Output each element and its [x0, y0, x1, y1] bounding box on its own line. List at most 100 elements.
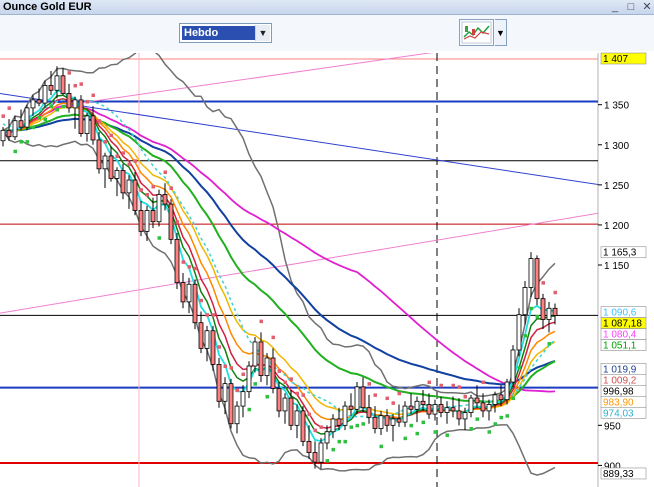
candle-body-50 — [300, 410, 306, 442]
candle-body-35 — [210, 330, 216, 365]
sar-dot-79 — [475, 417, 479, 421]
price-tag-label-5: 1 051,1 — [603, 341, 637, 352]
price-tag-label-8: 996,98 — [603, 386, 634, 397]
sar-dot-44 — [265, 394, 269, 399]
sar-dot-76 — [457, 385, 461, 389]
sar-dot-13 — [79, 82, 83, 86]
sar-dot-60 — [361, 422, 365, 426]
sar-dot-30 — [181, 260, 185, 264]
sar-dot-77 — [463, 394, 467, 399]
sar-dot-55 — [331, 447, 335, 452]
sar-dot-50 — [301, 393, 305, 397]
price-tag-label-1: 1 165,3 — [603, 248, 637, 259]
sar-dot-29 — [175, 220, 179, 224]
sar-dot-11 — [67, 71, 71, 75]
chevron-down-icon[interactable]: ▼ — [255, 25, 270, 41]
sar-dot-74 — [445, 433, 449, 437]
sar-dot-37 — [223, 364, 227, 369]
y-tick-label-2: 1 250 — [604, 181, 629, 192]
price-tag-label-11: 889,33 — [603, 469, 634, 480]
sar-dot-41 — [247, 407, 251, 412]
sar-dot-22 — [133, 159, 137, 163]
y-tick-label-1: 1 300 — [604, 141, 629, 152]
candle-body-40 — [240, 391, 246, 407]
candle-body-4 — [24, 107, 30, 128]
candle-body-87 — [522, 287, 528, 316]
period-select[interactable]: Hebdo ▼ — [179, 23, 272, 43]
moving-average-blue — [2, 117, 556, 386]
candle-body-8 — [48, 85, 54, 91]
sar-dot-63 — [379, 444, 383, 449]
price-tag-label-3: 1 087,18 — [603, 319, 642, 330]
candle-body-16 — [96, 139, 102, 170]
sar-dot-84 — [505, 414, 509, 418]
sar-dot-25 — [151, 184, 155, 189]
sar-dot-49 — [295, 391, 299, 396]
sar-dot-57 — [343, 439, 347, 444]
candle-body-73 — [438, 404, 444, 413]
candle-body-29 — [174, 238, 180, 284]
sar-dot-68 — [409, 423, 413, 428]
indicator-dropdown-icon[interactable]: ▼ — [495, 19, 507, 46]
sar-dot-8 — [49, 104, 53, 109]
sar-dot-10 — [61, 104, 65, 109]
candle-body-25 — [150, 210, 156, 223]
sar-dot-6 — [37, 116, 41, 120]
candle-body-89 — [534, 258, 540, 300]
candle-body-83 — [498, 394, 504, 401]
candle-body-56 — [336, 418, 342, 426]
candle-body-58 — [348, 405, 354, 410]
sar-dot-32 — [193, 266, 197, 271]
candle-body-37 — [222, 383, 228, 402]
candle-body-91 — [546, 307, 552, 320]
sar-dot-56 — [337, 439, 341, 444]
sar-dot-67 — [403, 436, 407, 441]
sar-dot-26 — [157, 236, 161, 240]
candle-body-27 — [162, 194, 168, 205]
candle-body-0 — [0, 129, 6, 142]
price-chart[interactable]: 1 3501 3001 2501 2001 1509509001 4071 16… — [0, 0, 654, 487]
sar-dot-72 — [433, 430, 437, 434]
candle-body-20 — [120, 170, 126, 194]
sar-dot-36 — [217, 345, 221, 349]
candle-body-41 — [246, 365, 252, 393]
sar-dot-4 — [25, 140, 29, 144]
candle-body-62 — [372, 416, 378, 429]
candle-body-14 — [84, 115, 90, 134]
sar-dot-42 — [253, 382, 257, 386]
sar-dot-83 — [499, 415, 503, 420]
candle-body-21 — [126, 179, 132, 194]
candle-body-63 — [378, 415, 384, 429]
sar-dot-38 — [229, 366, 233, 370]
y-tick-label-3: 1 200 — [604, 221, 629, 232]
candle-body-32 — [192, 283, 198, 324]
sar-dot-89 — [535, 314, 539, 319]
sar-dot-20 — [121, 151, 125, 155]
sar-dot-40 — [241, 372, 245, 377]
candle-body-48 — [288, 397, 294, 426]
sar-dot-43 — [259, 319, 263, 324]
candle-body-78 — [468, 397, 474, 413]
candle-body-67 — [402, 405, 408, 423]
sar-dot-9 — [55, 108, 59, 112]
y-tick-label-0: 1 350 — [604, 101, 629, 112]
sar-dot-24 — [145, 192, 149, 197]
sar-dot-0 — [1, 114, 5, 118]
sar-dot-46 — [277, 369, 281, 373]
indicator-button[interactable] — [459, 19, 494, 46]
sar-dot-16 — [97, 119, 101, 123]
price-tag-label-10: 974,03 — [603, 408, 634, 419]
sar-dot-58 — [349, 425, 353, 429]
sar-dot-88 — [529, 306, 533, 311]
candle-body-12 — [72, 99, 78, 109]
candle-body-77 — [462, 412, 468, 420]
sar-dot-45 — [271, 335, 275, 340]
sar-dot-7 — [43, 117, 47, 122]
candle-body-30 — [180, 282, 186, 303]
candle-body-45 — [270, 357, 276, 389]
candle-body-53 — [318, 442, 324, 463]
sar-dot-12 — [73, 83, 77, 88]
sar-dot-70 — [421, 420, 425, 425]
price-tag-label-7: 1 009,2 — [603, 375, 637, 386]
candle-body-42 — [252, 341, 258, 367]
